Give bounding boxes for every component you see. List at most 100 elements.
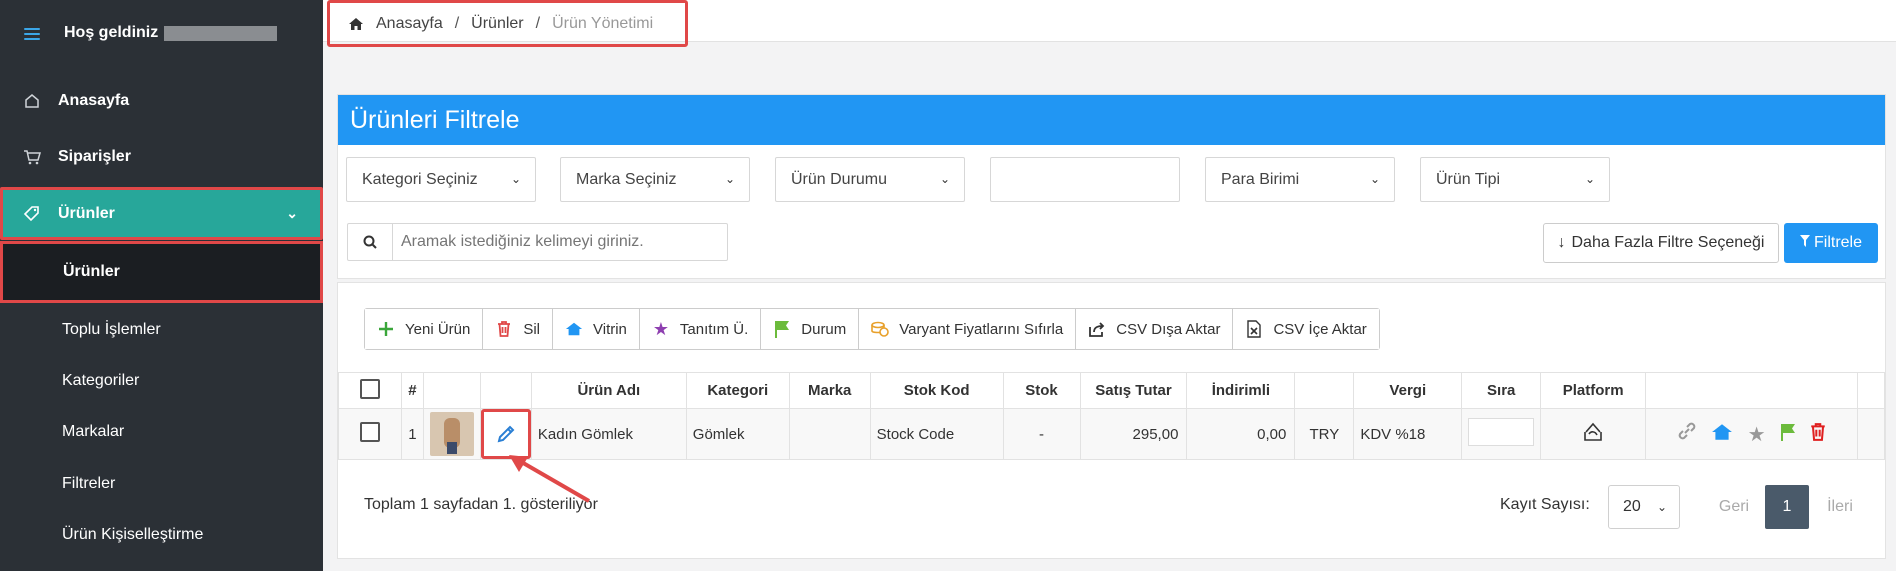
sidebar-item-label: Siparişler	[58, 148, 131, 165]
products-table: # Ürün Adı Kategori Marka Stok Kod Stok …	[338, 372, 1886, 460]
products-panel: Yeni Ürün Sil Vitrin ★ Tanıtım Ü. Durum V…	[337, 282, 1886, 559]
reset-variant-prices-button[interactable]: Varyant Fiyatlarını Sıfırla	[859, 309, 1077, 349]
plus-icon	[377, 320, 395, 338]
product-toolbar: Yeni Ürün Sil Vitrin ★ Tanıtım Ü. Durum V…	[364, 308, 1380, 350]
link-icon[interactable]	[1677, 421, 1697, 445]
product-category: Gömlek	[685, 408, 790, 460]
table-header-row: # Ürün Adı Kategori Marka Stok Kod Stok …	[338, 372, 1886, 409]
select-all-cell	[338, 372, 402, 409]
column-header[interactable]: Ürün Adı	[530, 372, 687, 409]
sidebar-item-orders[interactable]: Siparişler	[0, 129, 323, 185]
sidebar-header: Hoş geldiniz	[0, 0, 323, 68]
breadcrumb-home[interactable]: Anasayfa	[376, 15, 443, 33]
showcase-icon[interactable]	[1711, 423, 1733, 445]
csv-import-button[interactable]: CSV İçe Aktar	[1233, 309, 1379, 349]
sidebar: Hoş geldiniz Anasayfa Siparişler Ürünler…	[0, 0, 323, 571]
sidebar-subitem-products[interactable]: Ürünler	[0, 241, 323, 303]
breadcrumb-separator: /	[454, 14, 460, 32]
csv-file-icon	[1245, 320, 1263, 338]
breadcrumb-current: Ürün Yönetimi	[552, 14, 654, 32]
column-header[interactable]: Marka	[788, 372, 871, 409]
edit-button[interactable]	[480, 409, 531, 459]
sidebar-item-products[interactable]: Ürünler ⌄	[0, 187, 323, 240]
filter-panel-title: Ürünleri Filtrele	[338, 95, 1885, 145]
column-header[interactable]: Sıra	[1461, 372, 1542, 409]
chevron-down-icon: ⌄	[724, 172, 735, 186]
prev-page-button[interactable]: Geri	[1709, 485, 1759, 529]
button-label: Sil	[523, 320, 540, 338]
select-value: Ürün Tipi	[1436, 170, 1501, 188]
home-outline-icon	[22, 91, 42, 111]
button-label: Durum	[801, 320, 847, 338]
column-header[interactable]: Vergi	[1353, 372, 1463, 409]
status-select[interactable]: Ürün Durumu ⌄	[775, 157, 965, 202]
row-checkbox[interactable]	[359, 422, 380, 442]
promo-button[interactable]: ★ Tanıtım Ü.	[639, 309, 762, 349]
column-header[interactable]: İndirimli	[1186, 372, 1296, 409]
trash-icon[interactable]	[1810, 423, 1826, 445]
filter-text-input[interactable]	[990, 157, 1180, 202]
flag-icon[interactable]	[1780, 423, 1796, 445]
column-header[interactable]: Stok	[1002, 372, 1081, 409]
order-input[interactable]	[1468, 418, 1535, 446]
home-icon[interactable]	[348, 17, 364, 31]
house-icon	[565, 320, 583, 338]
arrow-down-icon: ↓	[1557, 234, 1566, 251]
pencil-icon	[497, 425, 515, 443]
column-header[interactable]: Platform	[1540, 372, 1647, 409]
column-header[interactable]: Kategori	[685, 372, 790, 409]
menu-icon[interactable]	[24, 28, 40, 40]
sidebar-subitem-filters[interactable]: Filtreler	[0, 458, 323, 509]
csv-export-button[interactable]: CSV Dışa Aktar	[1076, 309, 1234, 349]
product-type-select[interactable]: Ürün Tipi ⌄	[1420, 157, 1610, 202]
status-button[interactable]: Durum	[761, 309, 860, 349]
product-thumbnail[interactable]	[429, 412, 474, 456]
coins-icon	[871, 320, 890, 338]
product-discounted-price: 0,00	[1186, 408, 1296, 460]
star-icon[interactable]: ★	[1748, 422, 1766, 447]
currency-select[interactable]: Para Birimi ⌄	[1205, 157, 1395, 202]
brand-select[interactable]: Marka Seçiniz ⌄	[560, 157, 750, 202]
breadcrumb-separator: /	[535, 14, 541, 32]
column-header-currency	[1294, 372, 1355, 409]
next-page-button[interactable]: İleri	[1815, 485, 1865, 529]
record-count-select[interactable]: 20 ⌄	[1608, 485, 1680, 529]
breadcrumb-section[interactable]: Ürünler	[471, 15, 523, 33]
platform-cell	[1540, 408, 1647, 460]
product-tax: KDV %18	[1353, 408, 1463, 460]
product-stock-code: Stock Code	[869, 408, 1004, 460]
platform-icon[interactable]	[1582, 422, 1604, 442]
showcase-button[interactable]: Vitrin	[553, 309, 640, 349]
record-count-label: Kayıt Sayısı:	[1500, 496, 1590, 513]
column-header[interactable]: Stok Kod	[869, 372, 1004, 409]
cart-icon	[22, 147, 42, 167]
category-select[interactable]: Kategori Seçiniz ⌄	[346, 157, 536, 202]
sidebar-item-home[interactable]: Anasayfa	[0, 73, 323, 129]
sidebar-subitem-categories[interactable]: Kategoriler	[0, 355, 323, 406]
flag-icon	[773, 320, 791, 338]
button-label: Filtrele	[1813, 234, 1862, 251]
tag-icon	[22, 204, 42, 224]
sidebar-subitem-personalization[interactable]: Ürün Kişiselleştirme	[0, 509, 323, 560]
sidebar-subitem-brands[interactable]: Markalar	[0, 406, 323, 457]
filter-button[interactable]: Filtrele	[1784, 223, 1878, 263]
product-image-cell	[422, 408, 481, 460]
chevron-down-icon: ⌄	[286, 205, 298, 221]
column-header[interactable]: Satış Tutar	[1079, 372, 1188, 409]
product-price: 295,00	[1079, 408, 1188, 460]
select-value: 20	[1623, 498, 1641, 515]
more-filters-button[interactable]: ↓ Daha Fazla Filtre Seçeneği	[1543, 223, 1779, 263]
select-all-checkbox[interactable]	[359, 378, 380, 399]
column-header: #	[400, 372, 424, 409]
chevron-down-icon: ⌄	[510, 172, 521, 186]
edit-cell	[479, 408, 532, 460]
new-product-button[interactable]: Yeni Ürün	[365, 309, 484, 349]
delete-button[interactable]: Sil	[483, 309, 553, 349]
sidebar-subitem-bulk[interactable]: Toplu İşlemler	[0, 304, 323, 355]
button-label: Vitrin	[593, 320, 627, 338]
page-1-button[interactable]: 1	[1765, 485, 1809, 529]
button-label: Tanıtım Ü.	[679, 320, 749, 338]
funnel-icon	[1799, 234, 1810, 252]
product-name[interactable]: Kadın Gömlek	[530, 408, 687, 460]
search-input[interactable]	[393, 225, 727, 259]
